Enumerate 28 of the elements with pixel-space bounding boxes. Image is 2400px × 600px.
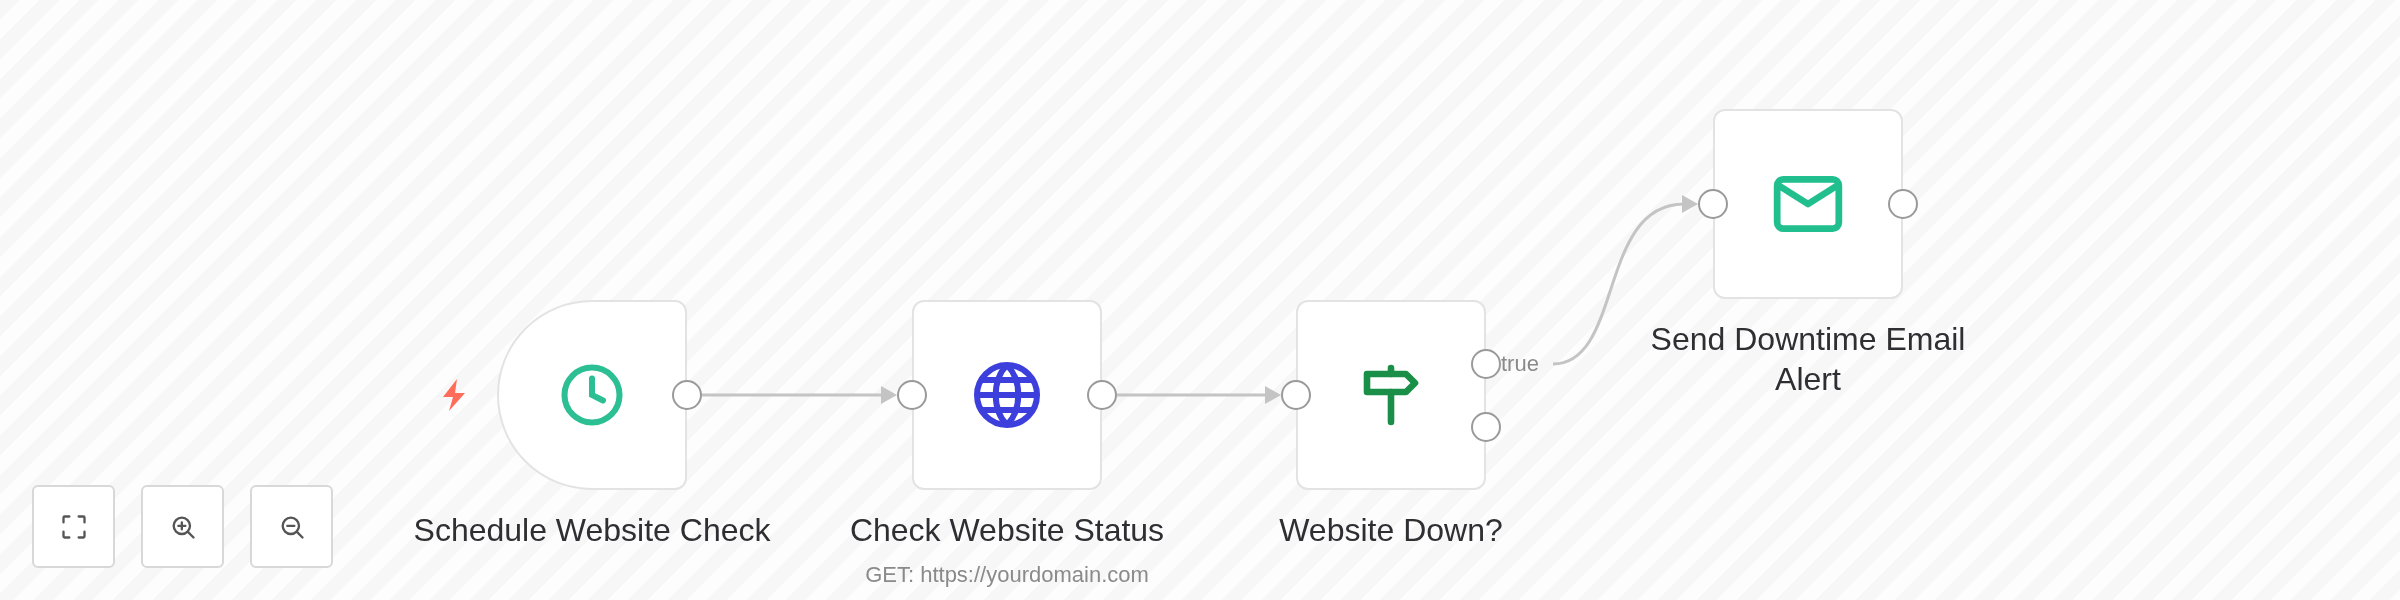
connection-handle[interactable]	[1698, 189, 1728, 219]
node-title: Website Down?	[1279, 511, 1503, 550]
connection-arrow[interactable]	[1117, 386, 1281, 404]
connection-handle[interactable]	[1471, 349, 1501, 379]
zoom-in-button[interactable]	[141, 485, 224, 568]
fit-view-icon	[59, 512, 88, 541]
node-title: Send Downtime Email Alert	[1649, 320, 1967, 399]
workflow-node[interactable]	[497, 300, 687, 490]
connection-handle[interactable]	[897, 380, 927, 410]
workflow-node[interactable]	[912, 300, 1102, 490]
workflow-node[interactable]	[1296, 300, 1486, 490]
fit-view-button[interactable]	[32, 485, 115, 568]
workflow-node[interactable]	[1713, 109, 1903, 299]
node-title: Check Website Status	[849, 511, 1165, 550]
connection-handle[interactable]	[1281, 380, 1311, 410]
connection-handle[interactable]	[672, 380, 702, 410]
connection-arrow[interactable]	[702, 386, 897, 404]
globe-icon	[971, 359, 1043, 431]
connection-handle[interactable]	[1888, 189, 1918, 219]
clock-icon	[559, 362, 625, 428]
zoom-out-button[interactable]	[250, 485, 333, 568]
node-title: Schedule Website Check	[413, 511, 771, 550]
node-subtitle: GET: https://yourdomain.com	[865, 562, 1149, 588]
envelope-icon	[1771, 173, 1845, 235]
branch-label: true	[1501, 350, 1539, 378]
lightning-icon	[441, 379, 467, 411]
connection-handle[interactable]	[1471, 412, 1501, 442]
connection-handle[interactable]	[1087, 380, 1117, 410]
